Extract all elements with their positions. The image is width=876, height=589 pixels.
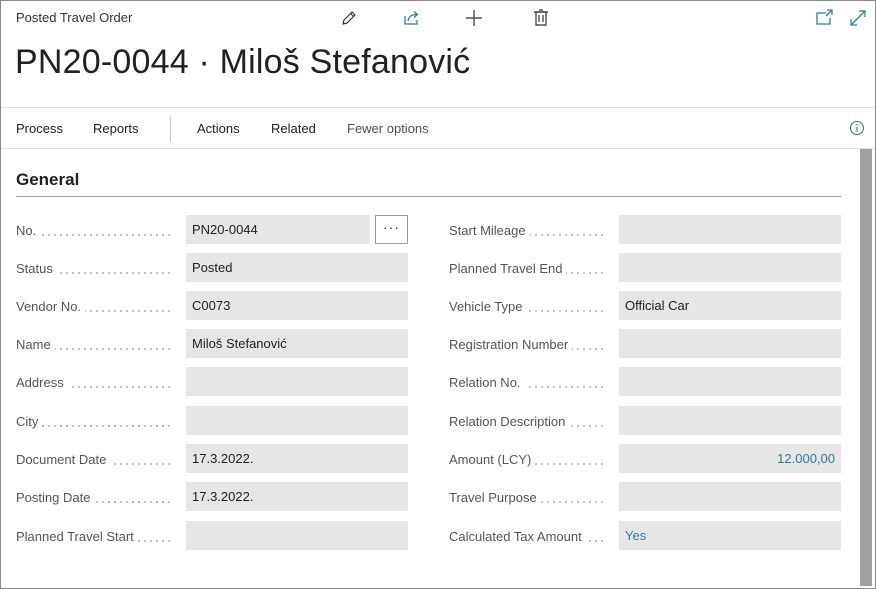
label-posting-date: Posting Date [16, 490, 176, 505]
label-registration-number: Registration Number [449, 337, 609, 352]
label-planned-travel-end: Planned Travel End [449, 261, 609, 276]
field-posting-date[interactable]: 17.3.2022. [186, 482, 408, 511]
section-divider [16, 196, 841, 197]
expand-icon[interactable] [847, 7, 869, 29]
action-fewer-options[interactable]: Fewer options [347, 121, 429, 136]
label-relation-no: Relation No. [449, 375, 609, 390]
field-relation-description[interactable] [619, 406, 841, 435]
action-bar: Process Reports Actions Related Fewer op… [1, 107, 875, 149]
field-name[interactable]: Miloš Stefanović [186, 329, 408, 358]
action-process[interactable]: Process [16, 121, 63, 136]
label-relation-description: Relation Description [449, 414, 609, 429]
label-city: City [16, 414, 176, 429]
scrollbar[interactable] [860, 149, 872, 586]
page-caption: Posted Travel Order [16, 10, 133, 25]
field-vehicle-type[interactable]: Official Car [619, 291, 841, 320]
label-start-mileage: Start Mileage [449, 223, 609, 238]
label-status: Status [16, 261, 176, 276]
field-document-date[interactable]: 17.3.2022. [186, 444, 408, 473]
title-bar: Posted Travel Order [1, 1, 875, 35]
label-no: No. [16, 223, 176, 238]
field-relation-no[interactable] [619, 367, 841, 396]
record-title: PN20-0044 · Miloš Stefanović [15, 43, 471, 81]
action-reports[interactable]: Reports [93, 121, 139, 136]
field-start-mileage[interactable] [619, 215, 841, 244]
label-name: Name [16, 337, 176, 352]
label-vendor-no: Vendor No. [16, 299, 176, 314]
share-icon[interactable] [401, 7, 423, 29]
edit-icon[interactable] [338, 7, 360, 29]
field-address[interactable] [186, 367, 408, 396]
field-vendor-no[interactable]: C0073 [186, 291, 408, 320]
action-separator [170, 116, 171, 142]
page-window: Posted Travel Order PN20-0044 · Miloš St… [0, 0, 876, 589]
label-document-date: Document Date [16, 452, 176, 467]
label-vehicle-type: Vehicle Type [449, 299, 609, 314]
field-status[interactable]: Posted [186, 253, 408, 282]
field-planned-travel-start[interactable] [186, 521, 408, 550]
label-amount-lcy: Amount (LCY) [449, 452, 609, 467]
label-travel-purpose: Travel Purpose [449, 490, 609, 505]
label-planned-travel-start: Planned Travel Start [16, 529, 176, 544]
field-calculated-tax-amount[interactable]: Yes [619, 521, 841, 550]
label-address: Address [16, 375, 176, 390]
new-icon[interactable] [463, 7, 485, 29]
delete-icon[interactable] [530, 7, 552, 29]
field-no[interactable]: PN20-0044 [186, 215, 370, 244]
section-title-general[interactable]: General [16, 170, 79, 190]
field-registration-number[interactable] [619, 329, 841, 358]
field-travel-purpose[interactable] [619, 482, 841, 511]
field-planned-travel-end[interactable] [619, 253, 841, 282]
lookup-button[interactable]: ··· [375, 215, 408, 244]
action-actions[interactable]: Actions [197, 121, 240, 136]
action-related[interactable]: Related [271, 121, 316, 136]
info-icon[interactable] [849, 120, 865, 136]
open-in-new-window-icon[interactable] [813, 7, 835, 29]
field-city[interactable] [186, 406, 408, 435]
label-calculated-tax-amount: Calculated Tax Amount [449, 529, 609, 544]
field-amount-lcy[interactable]: 12.000,00 [619, 444, 841, 473]
